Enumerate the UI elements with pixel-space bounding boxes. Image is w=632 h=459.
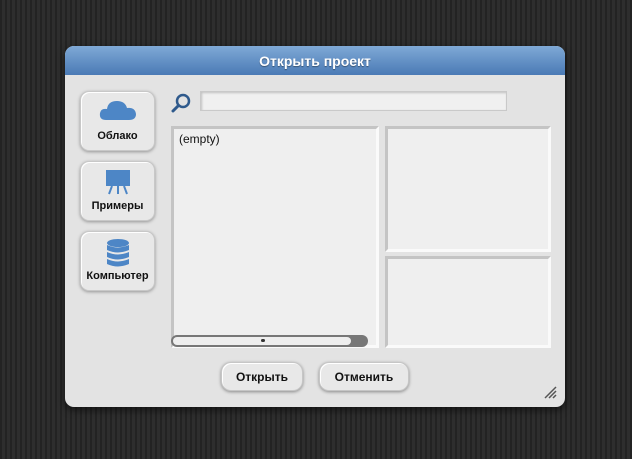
open-button[interactable]: Открыть (221, 362, 303, 391)
list-item[interactable]: (empty) (174, 129, 376, 149)
project-preview (385, 126, 551, 252)
source-cloud-button[interactable]: Облако (80, 91, 155, 151)
search-input[interactable] (200, 91, 507, 111)
scrollbar-grip (261, 339, 265, 342)
project-notes[interactable] (385, 256, 551, 348)
search-icon (171, 93, 191, 113)
scrollbar-thumb[interactable] (173, 337, 351, 345)
source-computer-label: Компьютер (86, 270, 149, 282)
source-cloud-label: Облако (97, 130, 138, 142)
project-list[interactable]: (empty) (171, 126, 379, 348)
easel-icon (105, 170, 130, 195)
source-computer-button[interactable]: Компьютер (80, 231, 155, 291)
cloud-icon (99, 101, 136, 120)
database-icon (106, 239, 129, 267)
source-examples-label: Примеры (91, 200, 144, 212)
source-examples-button[interactable]: Примеры (80, 161, 155, 221)
cancel-button[interactable]: Отменить (319, 362, 409, 391)
dialog-title: Открыть проект (65, 46, 565, 75)
open-project-dialog: Открыть проект Облако Примеры Компьютер (65, 46, 565, 407)
resize-handle-icon[interactable] (543, 385, 557, 399)
horizontal-scrollbar[interactable] (171, 335, 368, 347)
